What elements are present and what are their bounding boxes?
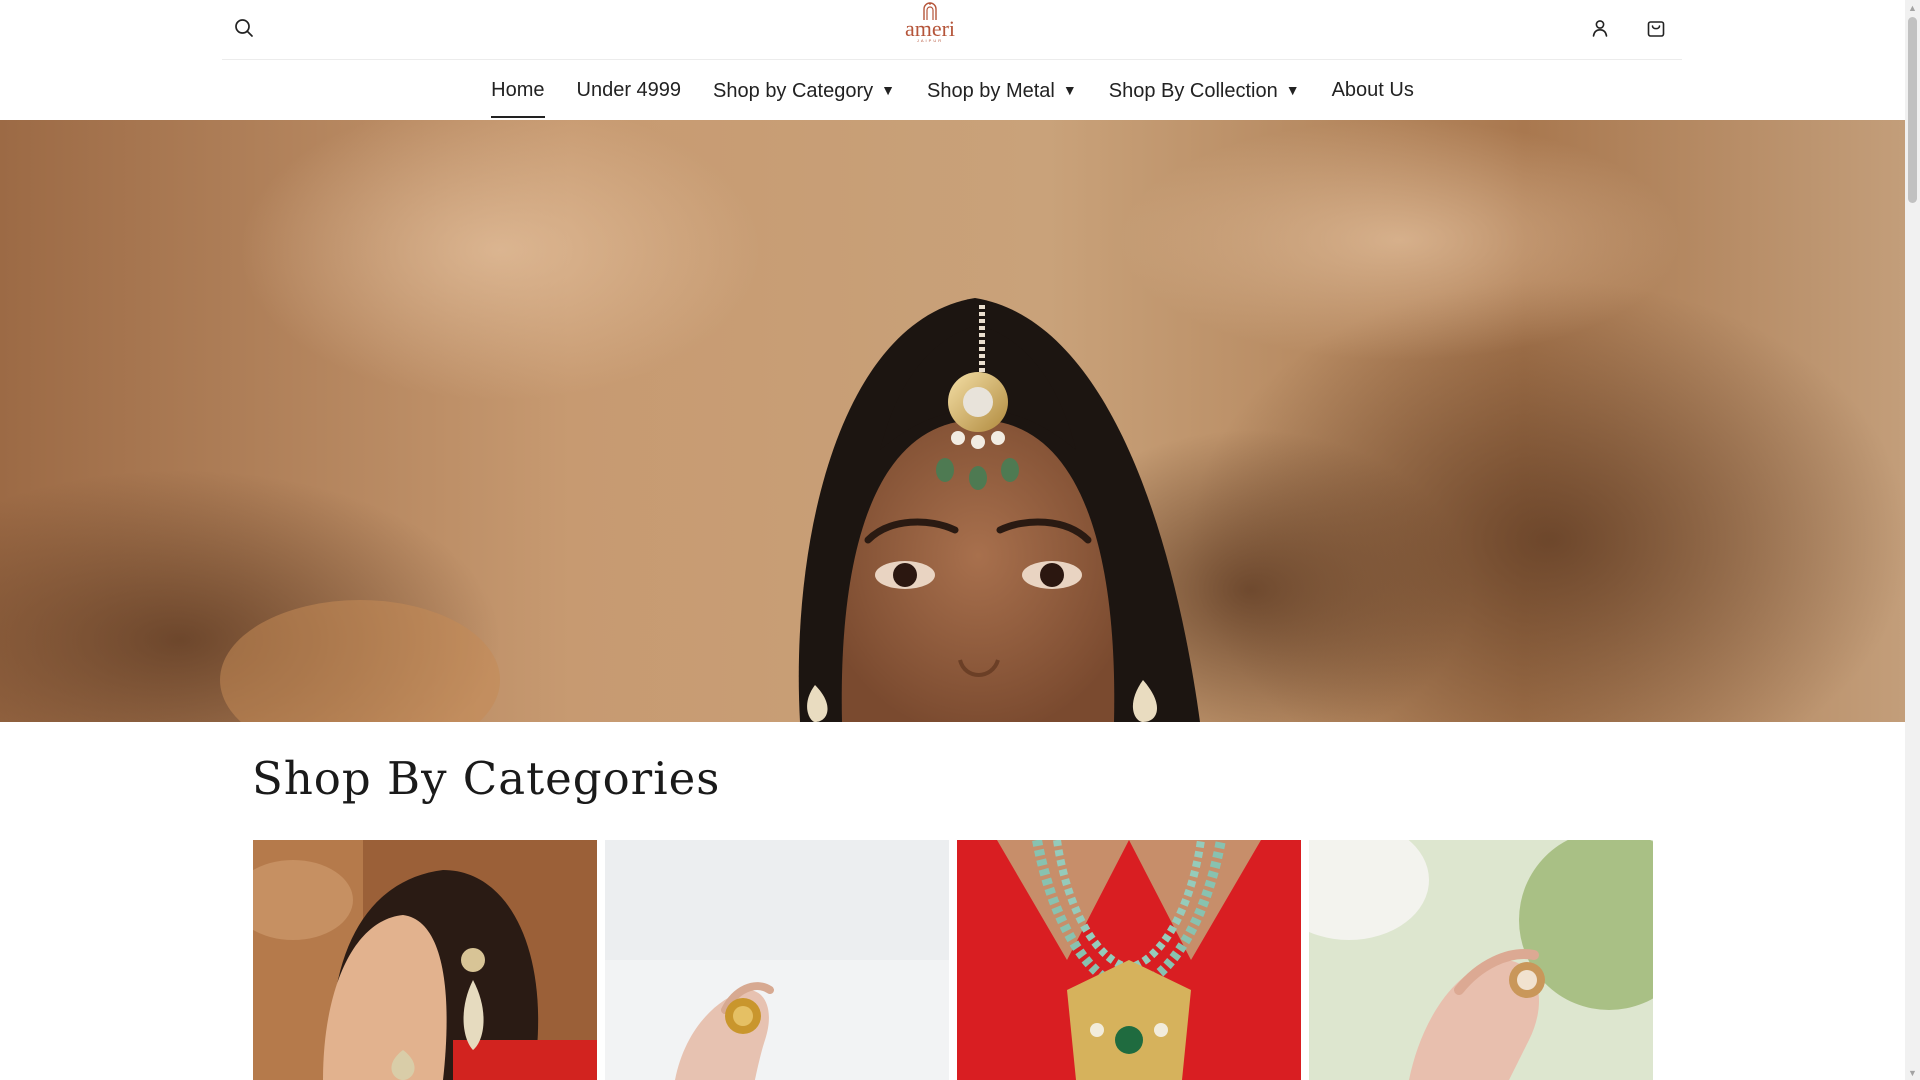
account-button[interactable] (1586, 16, 1614, 44)
nav-item-label: Home (491, 79, 545, 101)
kundan-ring-image (1309, 840, 1653, 1080)
necklace-image (957, 840, 1301, 1080)
site-header: ameri JAIPUR (222, 0, 1682, 60)
nav-item-under-4999[interactable]: Under 4999 (561, 60, 698, 120)
nav-item-label: About Us (1331, 79, 1414, 101)
category-card-4[interactable] (1309, 840, 1653, 1080)
nav-item-shop-by-category[interactable]: Shop by Category ▼ (697, 60, 911, 120)
ring-image (605, 840, 949, 1080)
logo-text: ameri (904, 16, 956, 41)
page: ameri JAIPUR Home Under 4999 Shop by Cat… (0, 0, 1905, 1080)
nav-item-shop-by-collection[interactable]: Shop By Collection ▼ (1093, 60, 1316, 120)
scroll-up-arrow-icon[interactable]: ▲ (1905, 0, 1920, 15)
user-icon (1590, 18, 1610, 43)
cart-button[interactable] (1642, 16, 1670, 44)
chevron-down-icon: ▼ (881, 82, 896, 98)
nav-item-home[interactable]: Home (475, 60, 560, 120)
category-card-3[interactable] (957, 840, 1301, 1080)
nav-item-about-us[interactable]: About Us (1316, 60, 1430, 120)
hero-image (0, 120, 1905, 722)
brand-logo[interactable]: ameri JAIPUR (898, 2, 962, 50)
search-icon (234, 18, 254, 43)
chevron-down-icon: ▼ (1285, 82, 1300, 98)
category-card-1[interactable] (253, 840, 597, 1080)
earrings-image (253, 840, 597, 1080)
shopping-bag-icon (1646, 18, 1666, 43)
nav-item-label: Shop By Collection (1108, 80, 1278, 102)
nav-item-label: Shop by Metal (927, 80, 1055, 102)
nav-item-label: Under 4999 (576, 79, 682, 101)
scrollbar[interactable]: ▲ ▼ (1905, 0, 1920, 1080)
nav-item-label: Shop by Category (713, 80, 874, 102)
nav-item-shop-by-metal[interactable]: Shop by Metal ▼ (911, 60, 1093, 120)
category-card-2[interactable] (605, 840, 949, 1080)
hero-banner[interactable] (0, 120, 1905, 722)
main-navigation: Home Under 4999 Shop by Category ▼ Shop b… (0, 60, 1905, 120)
chevron-down-icon: ▼ (1062, 82, 1077, 98)
search-button[interactable] (230, 16, 258, 44)
section-title-shop-by-categories: Shop By Categories (252, 752, 721, 805)
scrollbar-thumb[interactable] (1908, 17, 1917, 203)
scroll-down-arrow-icon[interactable]: ▼ (1905, 1065, 1920, 1080)
category-grid (253, 840, 1653, 1080)
